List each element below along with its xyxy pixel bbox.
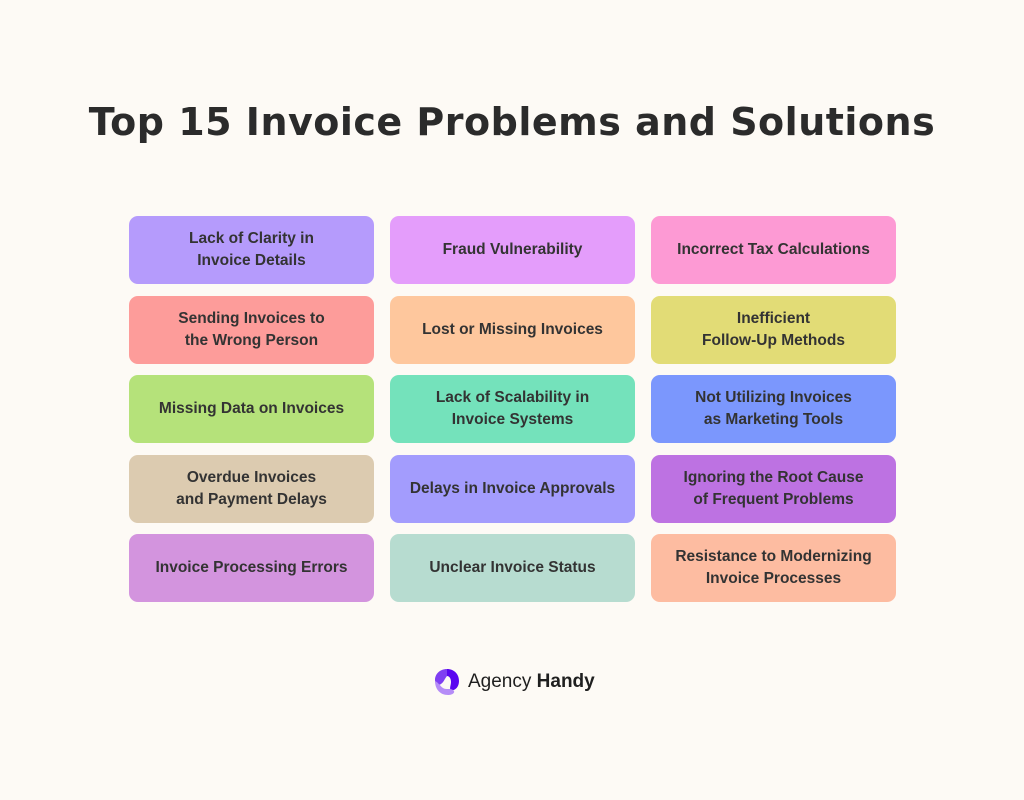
problem-card: Unclear Invoice Status	[390, 534, 635, 602]
problem-card: Lack of Clarity in Invoice Details	[129, 216, 374, 284]
brand-name-light: Agency	[468, 671, 532, 692]
problem-card: Incorrect Tax Calculations	[651, 216, 896, 284]
problem-card: Fraud Vulnerability	[390, 216, 635, 284]
problem-card: Delays in Invoice Approvals	[390, 454, 635, 523]
problem-card: Missing Data on Invoices	[129, 375, 374, 443]
brand-name: Agency Handy	[468, 671, 595, 693]
problems-grid: Lack of Clarity in Invoice Details Fraud…	[129, 216, 896, 602]
problem-card: Overdue Invoices and Payment Delays	[129, 454, 374, 523]
problem-card: Not Utilizing Invoices as Marketing Tool…	[651, 375, 896, 443]
problem-card: Resistance to Modernizing Invoice Proces…	[651, 534, 896, 602]
page-title: Top 15 Invoice Problems and Solutions	[88, 100, 936, 144]
problem-card: Ignoring the Root Cause of Frequent Prob…	[651, 454, 896, 523]
agency-handy-logo-icon	[435, 669, 459, 695]
problem-card: Lost or Missing Invoices	[390, 295, 635, 364]
problem-card: Inefficient Follow-Up Methods	[651, 295, 896, 364]
problem-card: Lack of Scalability in Invoice Systems	[390, 375, 635, 443]
problem-card: Sending Invoices to the Wrong Person	[129, 295, 374, 364]
brand-footer: Agency Handy	[432, 667, 595, 697]
problem-card: Invoice Processing Errors	[129, 534, 374, 602]
brand-name-bold: Handy	[536, 671, 595, 692]
